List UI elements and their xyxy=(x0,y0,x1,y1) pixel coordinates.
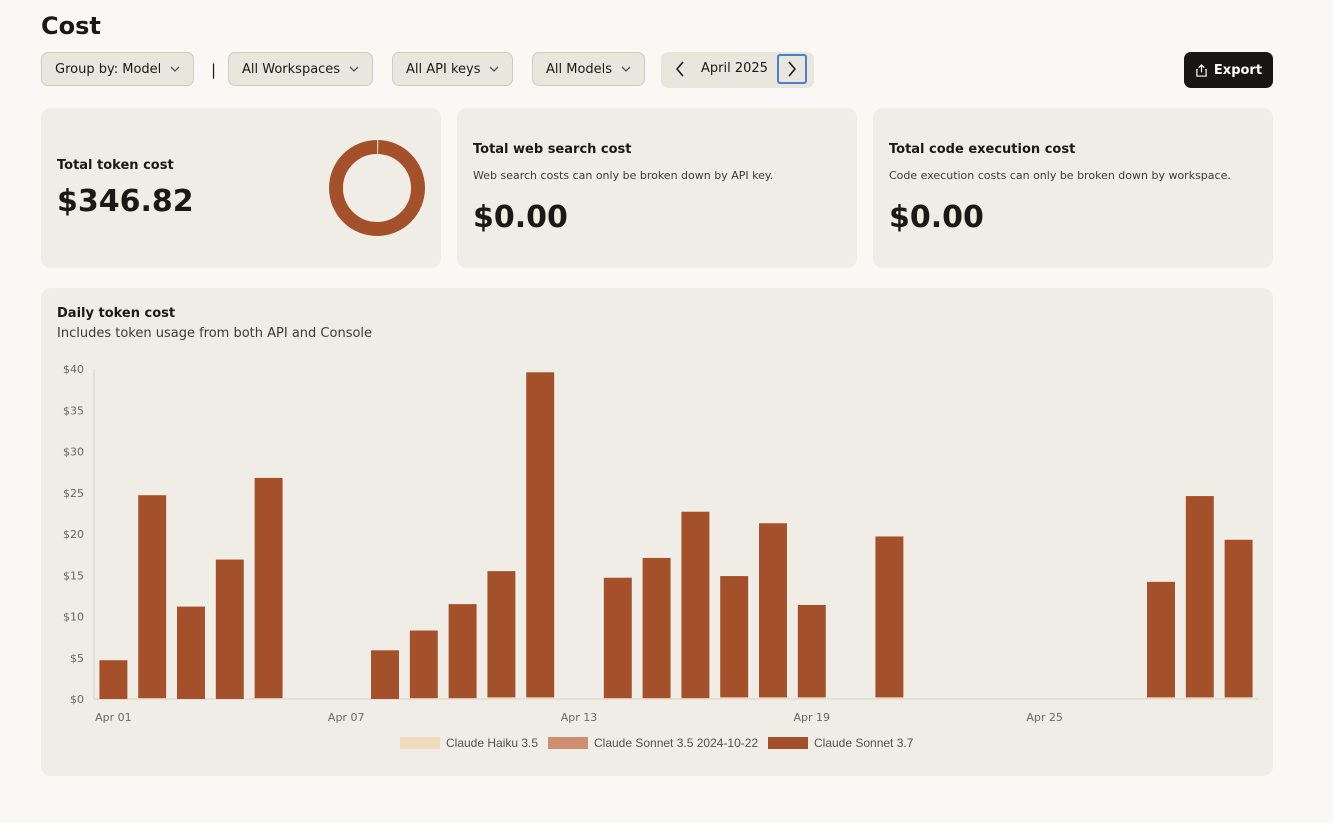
bar-apr-21-series-0[interactable] xyxy=(875,697,904,699)
bar-apr-16-series-2[interactable] xyxy=(681,511,710,699)
models-dropdown[interactable]: All Models xyxy=(532,52,646,86)
month-label: April 2025 xyxy=(701,61,768,76)
code-execution-cost-card: Total code execution cost Code execution… xyxy=(873,108,1273,268)
bar-apr-18-series-2[interactable] xyxy=(759,523,787,698)
y-tick-label: $20 xyxy=(63,528,84,541)
chevron-left-icon xyxy=(675,61,684,77)
api-keys-label: All API keys xyxy=(406,61,481,77)
legend-swatch xyxy=(548,737,588,749)
filter-toolbar: Group by: Model | All Workspaces All API… xyxy=(41,52,1273,88)
bar-apr-14-series-2[interactable] xyxy=(603,577,632,699)
toolbar-separator: | xyxy=(211,61,217,79)
daily-cost-card: Daily token cost Includes token usage fr… xyxy=(41,288,1273,776)
token-cost-value: $346.82 xyxy=(57,184,194,219)
bar-apr-30-series-2[interactable] xyxy=(1224,539,1253,698)
bar-apr-29-series-2[interactable] xyxy=(1185,496,1214,698)
next-month-button[interactable] xyxy=(777,54,807,84)
y-tick-label: $25 xyxy=(63,487,84,500)
bar-apr-19-series-2[interactable] xyxy=(797,604,826,698)
legend-swatch xyxy=(768,737,808,749)
legend-swatch xyxy=(400,737,440,749)
bar-apr-05-series-2[interactable] xyxy=(254,477,283,699)
y-tick-label: $5 xyxy=(70,652,84,665)
model-share-donut xyxy=(329,140,425,236)
month-selector: April 2025 xyxy=(661,52,814,88)
code-exec-value: $0.00 xyxy=(889,200,984,235)
bar-apr-17-series-0[interactable] xyxy=(720,697,749,699)
bar-apr-10-series-2[interactable] xyxy=(448,604,477,699)
export-label: Export xyxy=(1213,62,1263,78)
chevron-down-icon xyxy=(490,66,499,72)
daily-cost-chart: $0 $5 $10 $15 $20 $25 $30 $35 $40 Apr 01 Apr 07 Apr… xyxy=(63,363,1258,750)
bar-apr-17-series-2[interactable] xyxy=(720,576,749,698)
bar-apr-14-series-0[interactable] xyxy=(603,698,632,699)
models-label: All Models xyxy=(546,61,613,77)
token-cost-title: Total token cost xyxy=(57,158,174,173)
bar-apr-03-series-2[interactable] xyxy=(177,606,205,699)
bar-apr-11-series-2[interactable] xyxy=(487,571,516,698)
page-title: Cost xyxy=(41,12,101,40)
bar-apr-15-series-0[interactable] xyxy=(642,698,671,699)
chevron-down-icon xyxy=(349,66,359,72)
token-cost-card: Total token cost $346.82 xyxy=(41,108,441,268)
bar-apr-16-series-0[interactable] xyxy=(681,698,710,699)
api-keys-dropdown[interactable]: All API keys xyxy=(392,52,514,86)
x-tick-label: Apr 19 xyxy=(794,711,831,724)
web-search-title: Total web search cost xyxy=(473,142,632,157)
group-by-dropdown[interactable]: Group by: Model xyxy=(41,52,195,86)
bar-apr-29-series-0[interactable] xyxy=(1185,697,1214,699)
export-button[interactable]: Export xyxy=(1184,52,1273,88)
x-tick-label: Apr 25 xyxy=(1026,711,1063,724)
x-tick-label: Apr 07 xyxy=(328,711,365,724)
y-tick-label: $30 xyxy=(63,446,84,459)
y-tick-label: $15 xyxy=(63,569,84,582)
bar-apr-09-series-2[interactable] xyxy=(409,630,438,699)
legend-label: Claude Sonnet 3.7 xyxy=(814,736,914,750)
group-by-label: Group by: Model xyxy=(55,61,162,77)
x-tick-label: Apr 13 xyxy=(561,711,598,724)
bar-apr-30-series-0[interactable] xyxy=(1224,697,1253,699)
y-tick-label: $10 xyxy=(63,611,84,624)
bar-apr-18-series-0[interactable] xyxy=(759,697,787,699)
bar-apr-28-series-0[interactable] xyxy=(1147,697,1175,699)
workspaces-dropdown[interactable]: All Workspaces xyxy=(228,52,374,86)
bar-apr-15-series-2[interactable] xyxy=(642,557,671,699)
web-search-cost-card: Total web search cost Web search costs c… xyxy=(457,108,857,268)
legend-label: Claude Sonnet 3.5 2024-10-22 xyxy=(594,736,758,750)
bar-apr-04-series-2[interactable] xyxy=(215,559,244,699)
bar-apr-10-series-0[interactable] xyxy=(448,698,477,699)
bar-apr-19-series-0[interactable] xyxy=(797,697,826,699)
y-tick-label: $40 xyxy=(63,363,84,376)
bar-apr-09-series-0[interactable] xyxy=(409,698,438,699)
code-exec-title: Total code execution cost xyxy=(889,142,1076,157)
chevron-down-icon xyxy=(621,66,631,72)
y-tick-label: $35 xyxy=(63,404,84,417)
web-search-note: Web search costs can only be broken down… xyxy=(473,169,774,182)
donut-slice-2 xyxy=(329,140,425,236)
previous-month-button[interactable] xyxy=(669,57,691,81)
bar-apr-21-series-2[interactable] xyxy=(875,536,904,698)
web-search-value: $0.00 xyxy=(473,200,568,235)
bar-apr-28-series-2[interactable] xyxy=(1147,581,1175,698)
bar-apr-05-series-0[interactable] xyxy=(254,698,283,699)
share-icon xyxy=(1196,63,1207,77)
bar-apr-01-series-2[interactable] xyxy=(99,660,128,699)
x-tick-label: Apr 01 xyxy=(95,711,132,724)
y-tick-label: $0 xyxy=(70,693,84,706)
chevron-right-icon xyxy=(788,61,797,77)
bar-apr-08-series-2[interactable] xyxy=(371,650,399,699)
bar-apr-02-series-2[interactable] xyxy=(138,495,167,699)
workspaces-label: All Workspaces xyxy=(242,61,341,77)
chevron-down-icon xyxy=(170,66,180,72)
bar-apr-12-series-2[interactable] xyxy=(526,372,555,698)
code-exec-note: Code execution costs can only be broken … xyxy=(889,169,1231,182)
legend-label: Claude Haiku 3.5 xyxy=(446,736,538,750)
bar-apr-02-series-0[interactable] xyxy=(138,698,167,699)
bar-apr-11-series-0[interactable] xyxy=(487,697,516,699)
bar-apr-12-series-0[interactable] xyxy=(526,697,555,699)
